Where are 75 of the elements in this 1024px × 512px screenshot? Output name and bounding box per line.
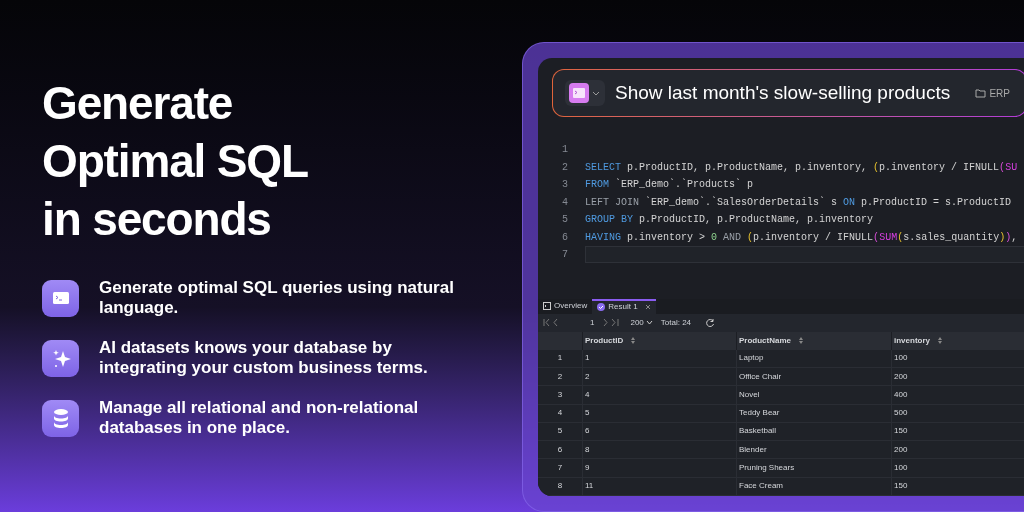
table-cell: 200 (894, 370, 908, 383)
line-number: 2 (561, 160, 569, 175)
folder-icon (975, 88, 987, 98)
row-number: 3 (557, 388, 563, 401)
prompt-bar[interactable]: Show last month's slow-selling products ERP (553, 70, 1024, 116)
feature-description: AI datasets knows your database by integrating your custom business terms. (99, 338, 429, 378)
table-cell: 8 (585, 443, 590, 456)
column-header[interactable]: ProductName (737, 331, 892, 350)
row-number: 8 (557, 480, 563, 493)
row-number: 6 (557, 443, 563, 456)
sort-icon[interactable] (938, 337, 942, 345)
table-cell: 9 (585, 462, 590, 475)
headline-line: Optimal SQL (42, 134, 309, 189)
line-number: 3 (561, 178, 569, 192)
database-icon (42, 399, 79, 437)
line-number: 6 (561, 230, 569, 245)
column-header[interactable]: inventory (892, 331, 1024, 350)
table-cell: 5 (585, 407, 590, 420)
row-number: 2 (557, 370, 563, 383)
table-cell: 100 (894, 462, 908, 475)
code-line: FROM `ERP_demo`.`Products` p (585, 177, 754, 192)
table-cell: Face Cream (739, 480, 783, 493)
table-cell: Novel (739, 388, 760, 401)
table-cell: Blender (739, 443, 767, 456)
row-number: 5 (557, 425, 563, 438)
row-number: 1 (557, 352, 563, 365)
check-circle-icon (597, 303, 606, 312)
row-number: 7 (557, 462, 563, 475)
database-label: ERP (989, 86, 1010, 101)
terminal-icon (42, 279, 79, 317)
column-header[interactable]: ProductID (583, 331, 737, 350)
headline-line: Generate (42, 76, 234, 131)
table-cell: Pruning Shears (739, 462, 795, 475)
code-line: GROUP BY p.ProductID, p.ProductName, p.inventory (585, 213, 874, 227)
headline-line: in seconds (42, 192, 272, 247)
code-line: SELECT p.ProductID, p.ProductName, p.inventory, (p.inventory / IFNULL(SU (585, 160, 1018, 175)
row-number: 4 (557, 407, 563, 420)
sparkle-icon (42, 339, 79, 377)
feature-description: Generate optimal SQL queries using natural language. (99, 278, 455, 318)
table-cell: 200 (894, 443, 908, 456)
table-cell: 400 (894, 388, 908, 401)
line-number: 1 (561, 143, 569, 157)
page-size-dropdown[interactable]: 200 (630, 316, 653, 329)
line-number: 4 (561, 195, 569, 210)
chevron-down-icon (645, 320, 653, 326)
close-icon[interactable] (644, 304, 651, 311)
total-count: Total: 24 (660, 316, 692, 329)
table-cell: 2 (585, 370, 590, 383)
table-cell: Laptop (739, 352, 764, 365)
line-number: 7 (561, 248, 569, 262)
table-cell: Teddy Bear (739, 407, 780, 420)
table-cell: Office Chair (739, 370, 782, 383)
table-cell: 150 (894, 480, 908, 493)
terminal-icon (543, 302, 551, 311)
page-number[interactable]: 1 (590, 316, 595, 329)
table-cell: 4 (585, 388, 590, 401)
sort-icon[interactable] (799, 337, 803, 345)
prompt-text: Show last month's slow-selling products (615, 80, 951, 105)
sort-icon[interactable] (631, 337, 636, 345)
table-cell: 150 (894, 425, 908, 438)
code-line: HAVING p.inventory > 0 AND (p.inventory / IFNULL(SUM(s.sales_quantity)), (585, 230, 1018, 245)
table-cell: 100 (894, 352, 908, 365)
table-cell: 11 (585, 480, 594, 493)
refresh-icon[interactable] (705, 317, 716, 328)
code-line: LEFT JOIN `ERP_demo`.`SalesOrderDetails` s ON p.ProductID = s.ProductID (585, 195, 1012, 210)
table-cell: 500 (894, 407, 908, 420)
table-cell: 1 (585, 352, 590, 365)
feature-description: Manage all relational and non-relational databases in one place. (99, 398, 420, 438)
result-tab[interactable]: Result 1 (592, 298, 656, 314)
mode-selector[interactable] (565, 80, 605, 106)
table-cell: 6 (585, 425, 590, 438)
table-cell: Basketball (739, 425, 776, 438)
result-tab[interactable]: Overview (538, 298, 593, 314)
line-number: 5 (561, 213, 569, 227)
terminal-icon (569, 83, 589, 103)
